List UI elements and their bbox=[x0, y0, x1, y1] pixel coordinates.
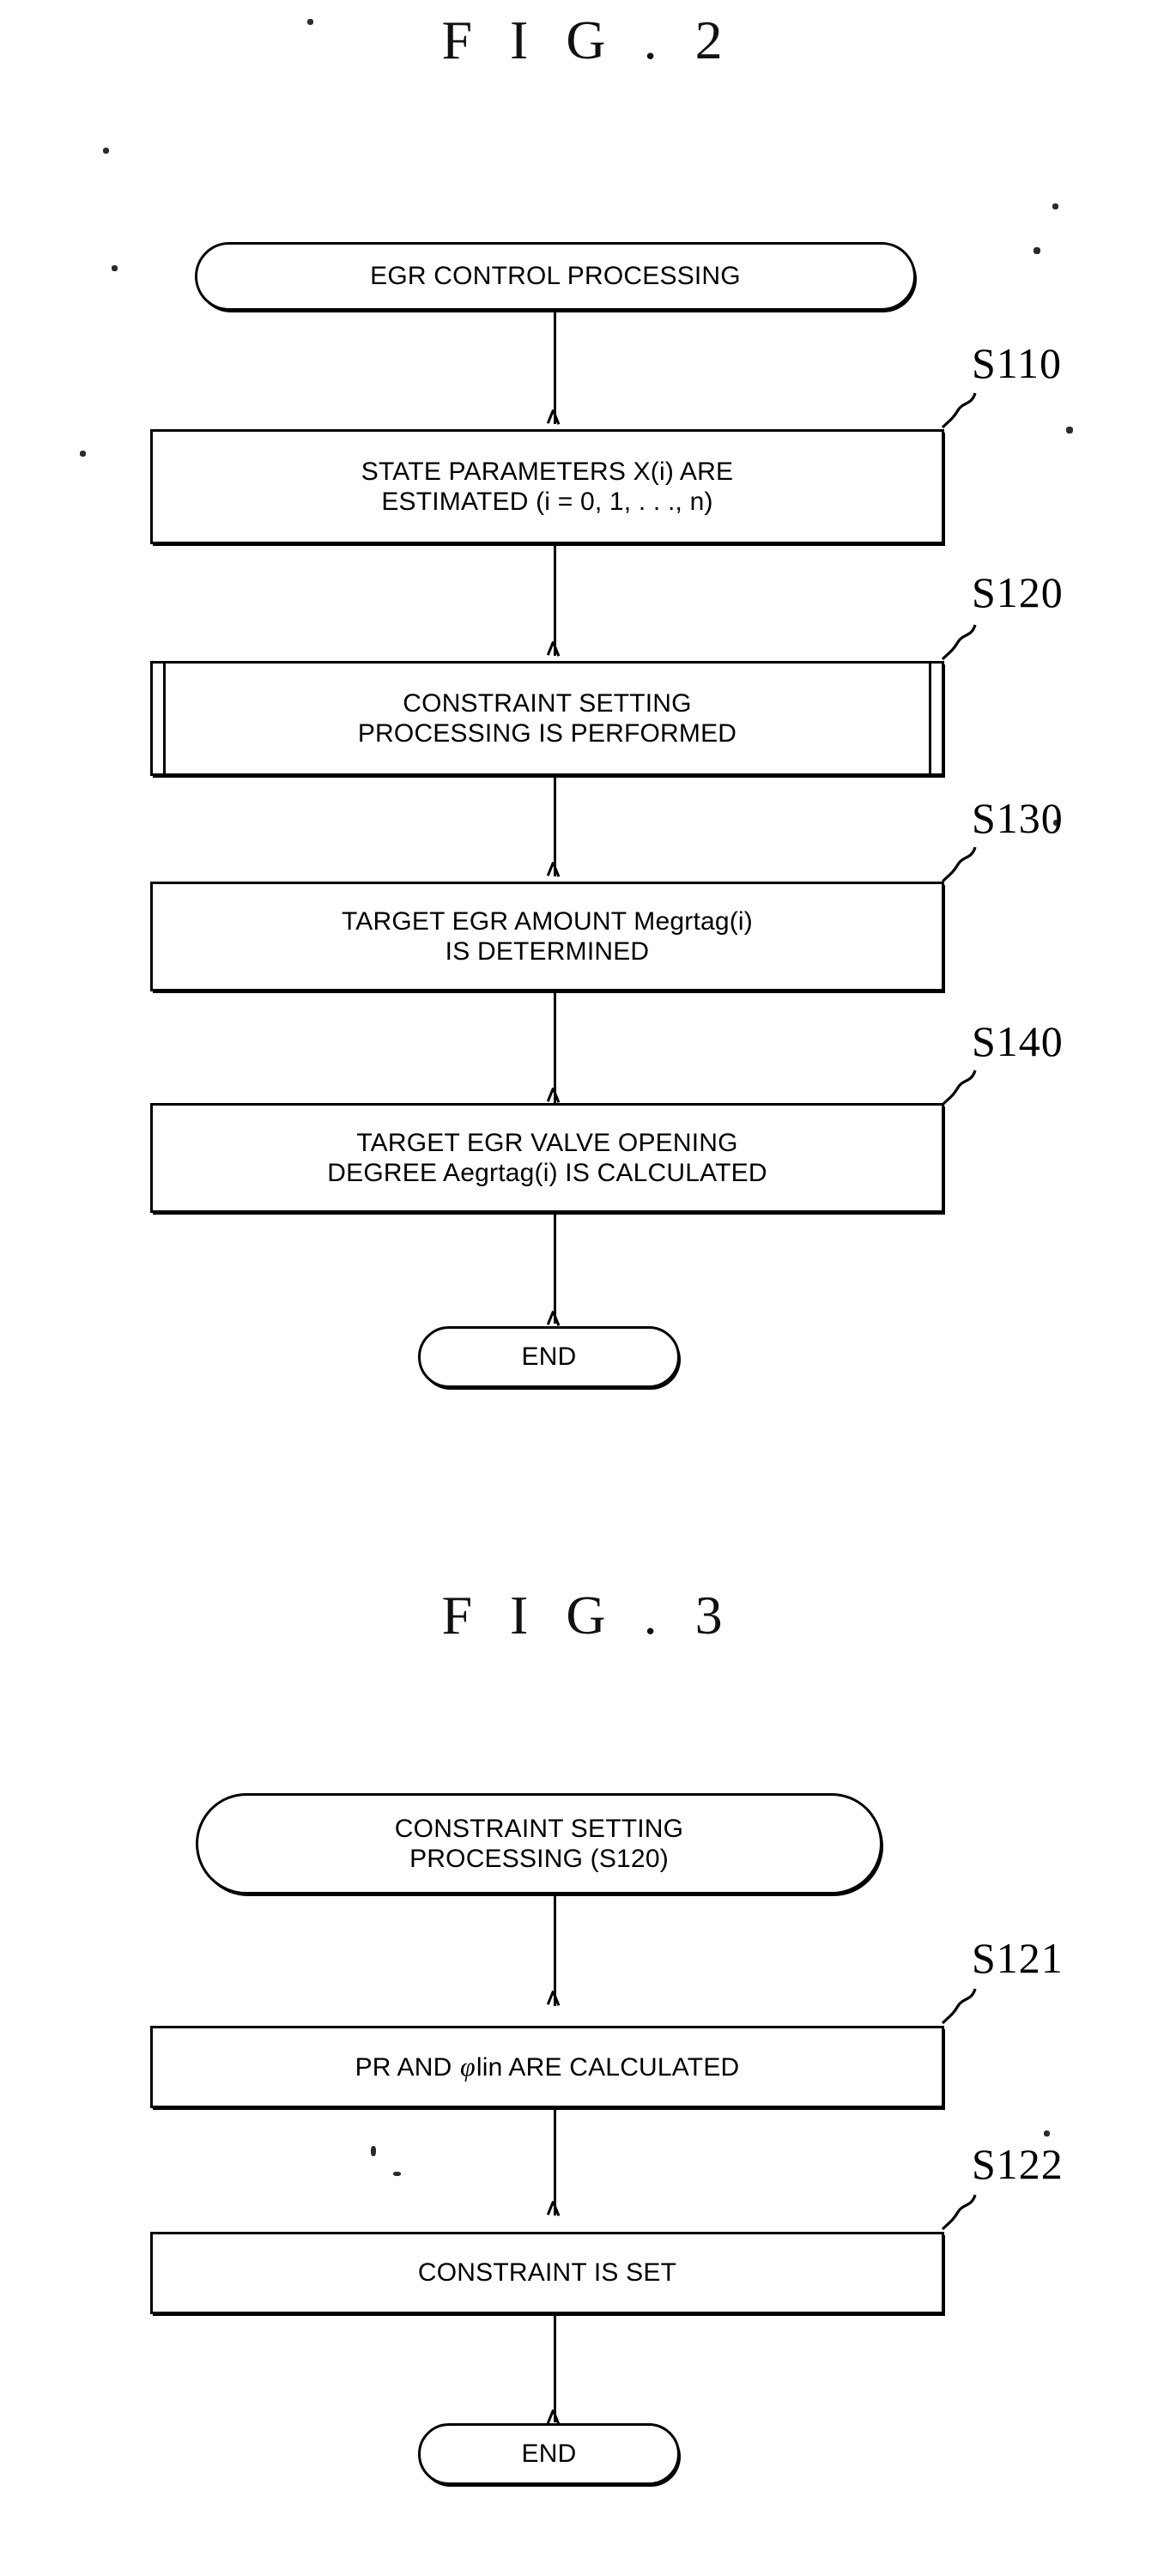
fig2-step-s140-label: TARGET EGR VALVE OPENING DEGREE Aegrtag(… bbox=[327, 1128, 767, 1187]
leader-line-s121 bbox=[941, 1988, 977, 2025]
patent-figure-sheet: F I G . 2 EGR CONTROL PROCESSING STATE P… bbox=[0, 0, 1176, 2576]
scan-speck bbox=[1044, 2131, 1050, 2137]
fig2-step-s110-box: STATE PARAMETERS X(i) ARE ESTIMATED (i =… bbox=[150, 429, 944, 544]
figure-3-title: F I G . 3 bbox=[441, 1585, 735, 1646]
fig3-start-label: CONSTRAINT SETTING PROCESSING (S120) bbox=[394, 1814, 684, 1873]
fig2-end-label: END bbox=[521, 1343, 577, 1372]
fig2-step-s120-box: CONSTRAINT SETTING PROCESSING IS PERFORM… bbox=[150, 661, 944, 776]
fig3-start-terminal: CONSTRAINT SETTING PROCESSING (S120) bbox=[196, 1793, 882, 1894]
fig3-step-ref-s122: S122 bbox=[972, 2140, 1064, 2188]
fig3-step-s122-box: CONSTRAINT IS SET bbox=[150, 2232, 944, 2314]
figure-2-title: F I G . 2 bbox=[441, 9, 735, 70]
fig2-step-s140-box: TARGET EGR VALVE OPENING DEGREE Aegrtag(… bbox=[150, 1103, 944, 1213]
connector-s122-to-fig3-end bbox=[554, 2314, 556, 2422]
fig2-end-terminal: END bbox=[418, 1326, 680, 1388]
leader-line-s130 bbox=[941, 846, 977, 883]
leader-line-s110 bbox=[941, 392, 977, 429]
scan-speck bbox=[307, 19, 313, 25]
scan-speck bbox=[393, 2172, 401, 2176]
scan-speck bbox=[103, 148, 109, 154]
connector-start-to-s110 bbox=[554, 311, 556, 424]
connector-s130-to-s140 bbox=[554, 991, 556, 1103]
fig3-s121-text-after: lin ARE CALCULATED bbox=[476, 2053, 740, 2082]
fig2-step-ref-s140: S140 bbox=[972, 1017, 1064, 1065]
fig2-start-terminal: EGR CONTROL PROCESSING bbox=[195, 242, 916, 311]
leader-line-s120 bbox=[941, 624, 977, 661]
fig2-step-ref-s130: S130 bbox=[972, 794, 1064, 842]
leader-line-s122 bbox=[941, 2194, 977, 2231]
fig3-step-s121-box: PR AND φlin ARE CALCULATED bbox=[150, 2026, 944, 2108]
fig2-step-s130-box: TARGET EGR AMOUNT Megrtag(i) IS DETERMIN… bbox=[150, 882, 944, 991]
fig2-step-s120-label: CONSTRAINT SETTING PROCESSING IS PERFORM… bbox=[357, 688, 737, 748]
connector-s121-to-s122 bbox=[554, 2108, 556, 2215]
fig3-s121-text-before: PR AND bbox=[355, 2053, 460, 2082]
scan-speck bbox=[1066, 427, 1073, 433]
fig2-step-s130-label: TARGET EGR AMOUNT Megrtag(i) IS DETERMIN… bbox=[341, 906, 753, 966]
fig3-end-terminal: END bbox=[418, 2423, 680, 2485]
connector-s110-to-s120 bbox=[554, 544, 556, 656]
scan-speck bbox=[1052, 203, 1058, 209]
fig3-step-s122-label: CONSTRAINT IS SET bbox=[417, 2258, 677, 2288]
connector-s120-to-s130 bbox=[554, 776, 556, 876]
fig2-step-ref-s110: S110 bbox=[972, 339, 1062, 387]
fig3-step-ref-s121: S121 bbox=[972, 1934, 1064, 1982]
connector-fig3-start-to-s121 bbox=[554, 1894, 556, 2006]
phi-symbol: φ bbox=[460, 2051, 476, 2082]
connector-s140-to-end bbox=[554, 1213, 556, 1324]
fig2-step-ref-s120: S120 bbox=[972, 568, 1064, 616]
fig3-end-label: END bbox=[521, 2440, 577, 2469]
fig2-start-label: EGR CONTROL PROCESSING bbox=[370, 262, 741, 291]
scan-speck bbox=[371, 2146, 376, 2156]
scan-speck bbox=[112, 265, 118, 271]
fig2-step-s110-label: STATE PARAMETERS X(i) ARE ESTIMATED (i =… bbox=[361, 457, 734, 516]
fig3-step-s121-label: PR AND φlin ARE CALCULATED bbox=[345, 2051, 750, 2083]
leader-line-s140 bbox=[941, 1070, 977, 1106]
scan-speck bbox=[80, 451, 86, 457]
scan-speck bbox=[1034, 247, 1040, 254]
